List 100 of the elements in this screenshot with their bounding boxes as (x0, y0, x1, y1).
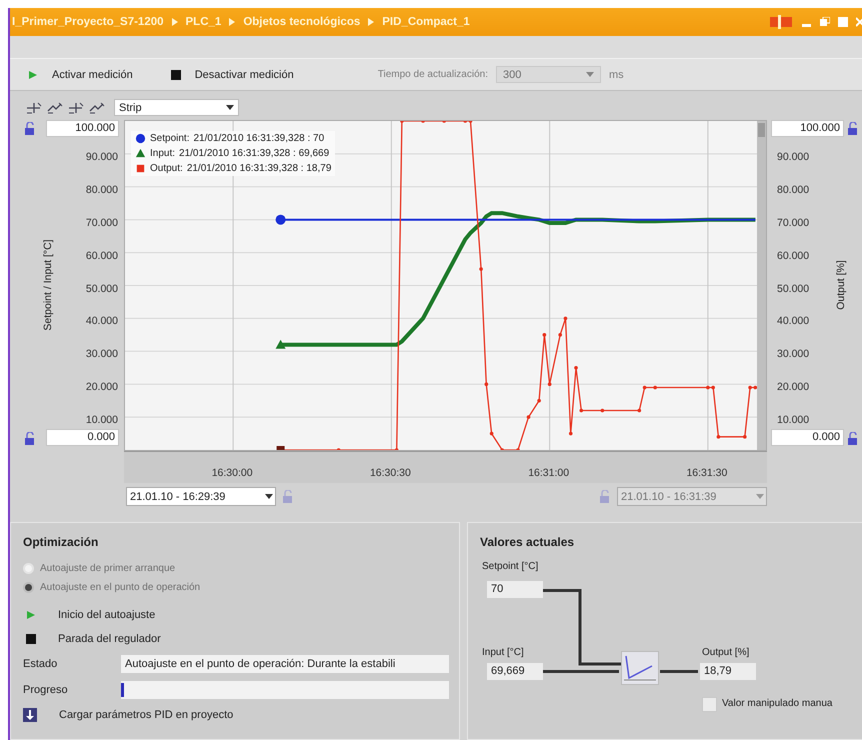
lock-icon[interactable] (847, 122, 859, 136)
legend-marker (136, 164, 144, 172)
series-marker (276, 214, 286, 225)
tick-label: 10.000 (777, 414, 810, 426)
data-point (479, 267, 483, 271)
tick-label: 16:30:00 (212, 467, 253, 479)
unit-label: ms (609, 68, 624, 80)
tick-label: 90.000 (86, 150, 118, 163)
play-icon (28, 70, 38, 80)
field-label: Input [°C] (482, 647, 524, 658)
tick-label: 30.000 (777, 348, 810, 360)
series-marker (276, 340, 286, 349)
field-label: Progreso (23, 684, 69, 696)
lock-icon[interactable] (847, 432, 859, 446)
caret-icon (265, 494, 273, 500)
tick-label: 10.000 (86, 414, 118, 426)
axis-title: Output [%] (835, 260, 847, 310)
zoom-icon[interactable] (47, 102, 63, 114)
legend-marker (136, 148, 146, 158)
download-icon (23, 708, 37, 722)
checkbox-label: Valor manipulado manua (722, 698, 832, 709)
start-time-select[interactable]: 21.01.10 - 16:29:39 (126, 487, 276, 506)
tick-label: 80.000 (86, 184, 118, 196)
caret-icon (226, 104, 234, 110)
input-field: 69,669 (487, 663, 543, 680)
zoom-icon[interactable] (89, 102, 105, 114)
tick-label: 16:31:30 (686, 467, 728, 479)
axis-min-field[interactable]: 0.000 (46, 429, 119, 446)
data-point (574, 366, 578, 370)
panel-title: Optimización (23, 535, 100, 549)
tick-label: 16:30:30 (370, 467, 411, 479)
data-point (558, 333, 562, 337)
data-point (600, 408, 604, 412)
data-point (580, 408, 584, 412)
checkbox[interactable] (702, 697, 717, 712)
tick-label: 16:31:00 (528, 467, 570, 479)
tick-label: 20.000 (777, 381, 810, 394)
field-label: Setpoint [°C] (482, 561, 538, 572)
stop-icon (170, 70, 181, 80)
legend-marker (136, 134, 146, 144)
data-point (484, 382, 488, 386)
load-parameters-button[interactable]: Cargar parámetros PID en proyecto (23, 703, 449, 727)
axis-title: Setpoint / Input [°C] (42, 239, 54, 331)
stop-measurement-button[interactable]: Desactivar medición (166, 66, 298, 82)
data-point (743, 435, 747, 439)
tick-label: 40.000 (86, 315, 118, 328)
lock-icon[interactable] (24, 122, 36, 136)
panel-title: Valores actuales (480, 535, 576, 549)
legend-reading: 21/01/2010 16:31:39,328 : 70 (193, 133, 324, 144)
caret-icon (586, 72, 594, 78)
legend-label: Setpoint: (150, 133, 190, 144)
axis-min-field[interactable]: 0.000 (771, 429, 844, 446)
zoom-icon[interactable] (68, 102, 84, 114)
tick-label: 60.000 (777, 250, 810, 262)
update-time-label: Tiempo de actualización: (378, 69, 488, 80)
connector-line (660, 670, 698, 673)
tick-label: 50.000 (777, 282, 810, 294)
legend-label: Output: (150, 163, 183, 174)
data-point (638, 408, 642, 412)
start-tuning-button[interactable]: Inicio del autoajuste (23, 603, 449, 627)
tick-label: 90.000 (777, 150, 810, 163)
tick-label: 60.000 (86, 250, 118, 262)
output-field: 18,79 (700, 663, 756, 680)
scrollbar[interactable] (757, 121, 766, 450)
data-point (653, 386, 657, 390)
data-point (754, 386, 758, 390)
tick-label: 20.000 (86, 381, 118, 394)
legend-label: Input: (150, 148, 176, 159)
data-point (526, 415, 530, 419)
data-point (716, 435, 720, 439)
data-point (542, 333, 546, 337)
controller-icon (621, 651, 659, 685)
data-point (490, 432, 494, 436)
tick-label: 70.000 (777, 216, 810, 229)
data-point (548, 382, 552, 386)
data-point (642, 386, 646, 390)
tick-label: 50.000 (86, 282, 118, 294)
separator-icon (229, 18, 236, 26)
data-point (748, 386, 752, 390)
zoom-icon[interactable] (26, 102, 42, 114)
tick-label: 40.000 (777, 315, 810, 328)
data-point (568, 432, 573, 436)
status-field: Autoajuste en el punto de operación: Durante la estabili (121, 655, 449, 673)
play-icon (26, 610, 36, 620)
start-measurement-button[interactable]: Activar medición (24, 66, 137, 82)
tick-label: 70.000 (86, 216, 118, 229)
caret-icon (756, 494, 764, 500)
data-point (537, 398, 541, 402)
field-label: Output [%] (702, 647, 750, 658)
axis-max-field[interactable]: 100.000 (46, 120, 119, 137)
lock-icon[interactable] (24, 432, 36, 446)
stop-controller-button[interactable]: Parada del regulador (23, 627, 449, 651)
field-label: Estado (23, 658, 58, 670)
axis-max-field[interactable]: 100.000 (771, 120, 844, 137)
stop-icon (26, 634, 36, 644)
data-point (564, 316, 568, 320)
legend-reading: 21/01/2010 16:31:39,328 : 18,79 (186, 163, 332, 174)
setpoint-field: 70 (487, 581, 543, 598)
display-mode-select[interactable]: Strip (114, 99, 239, 116)
legend-reading: 21/01/2010 16:31:39,328 : 69,669 (179, 148, 330, 159)
